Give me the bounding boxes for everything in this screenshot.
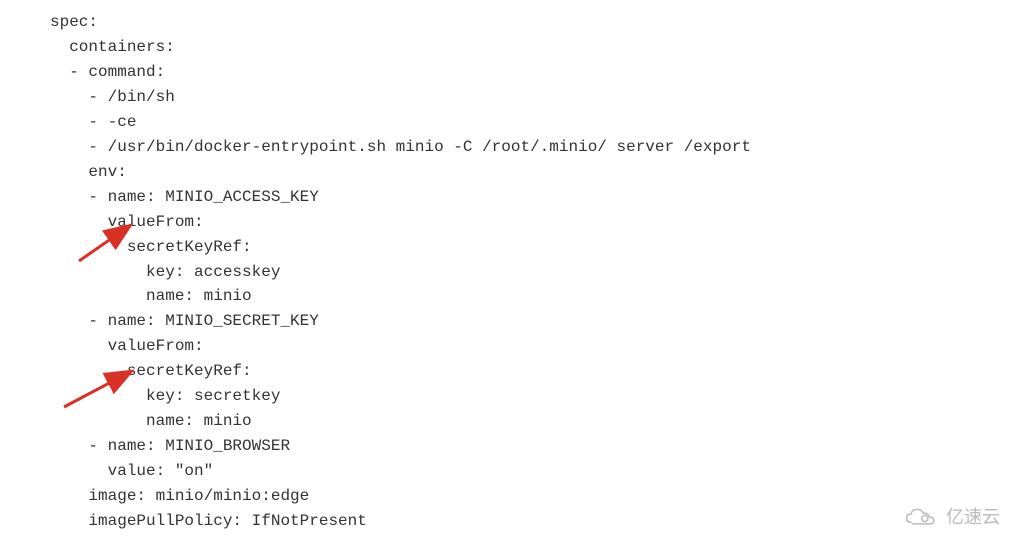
code-line: - -ce xyxy=(50,110,1020,135)
code-line: env: xyxy=(50,160,1020,185)
code-line: secretKeyRef: xyxy=(50,235,1020,260)
code-line: spec: xyxy=(50,10,1020,35)
code-line: - command: xyxy=(50,60,1020,85)
watermark-text: 亿速云 xyxy=(946,503,1000,531)
code-line: name: minio xyxy=(50,409,1020,434)
code-line: value: "on" xyxy=(50,459,1020,484)
code-line: name: minio xyxy=(50,284,1020,309)
code-line: - name: MINIO_SECRET_KEY xyxy=(50,309,1020,334)
code-line: - /bin/sh xyxy=(50,85,1020,110)
code-line: imagePullPolicy: IfNotPresent xyxy=(50,509,1020,534)
code-line: containers: xyxy=(50,35,1020,60)
code-line: key: accesskey xyxy=(50,260,1020,285)
code-line: valueFrom: xyxy=(50,334,1020,359)
code-line: secretKeyRef: xyxy=(50,359,1020,384)
watermark: 亿速云 xyxy=(902,503,1000,531)
code-line: valueFrom: xyxy=(50,210,1020,235)
code-line: - name: MINIO_ACCESS_KEY xyxy=(50,185,1020,210)
code-line: - name: MINIO_BROWSER xyxy=(50,434,1020,459)
code-line: key: secretkey xyxy=(50,384,1020,409)
cloud-icon xyxy=(902,507,940,527)
code-line: image: minio/minio:edge xyxy=(50,484,1020,509)
code-block: spec: containers: - command: - /bin/sh -… xyxy=(50,10,1020,534)
code-line: - /usr/bin/docker-entrypoint.sh minio -C… xyxy=(50,135,1020,160)
